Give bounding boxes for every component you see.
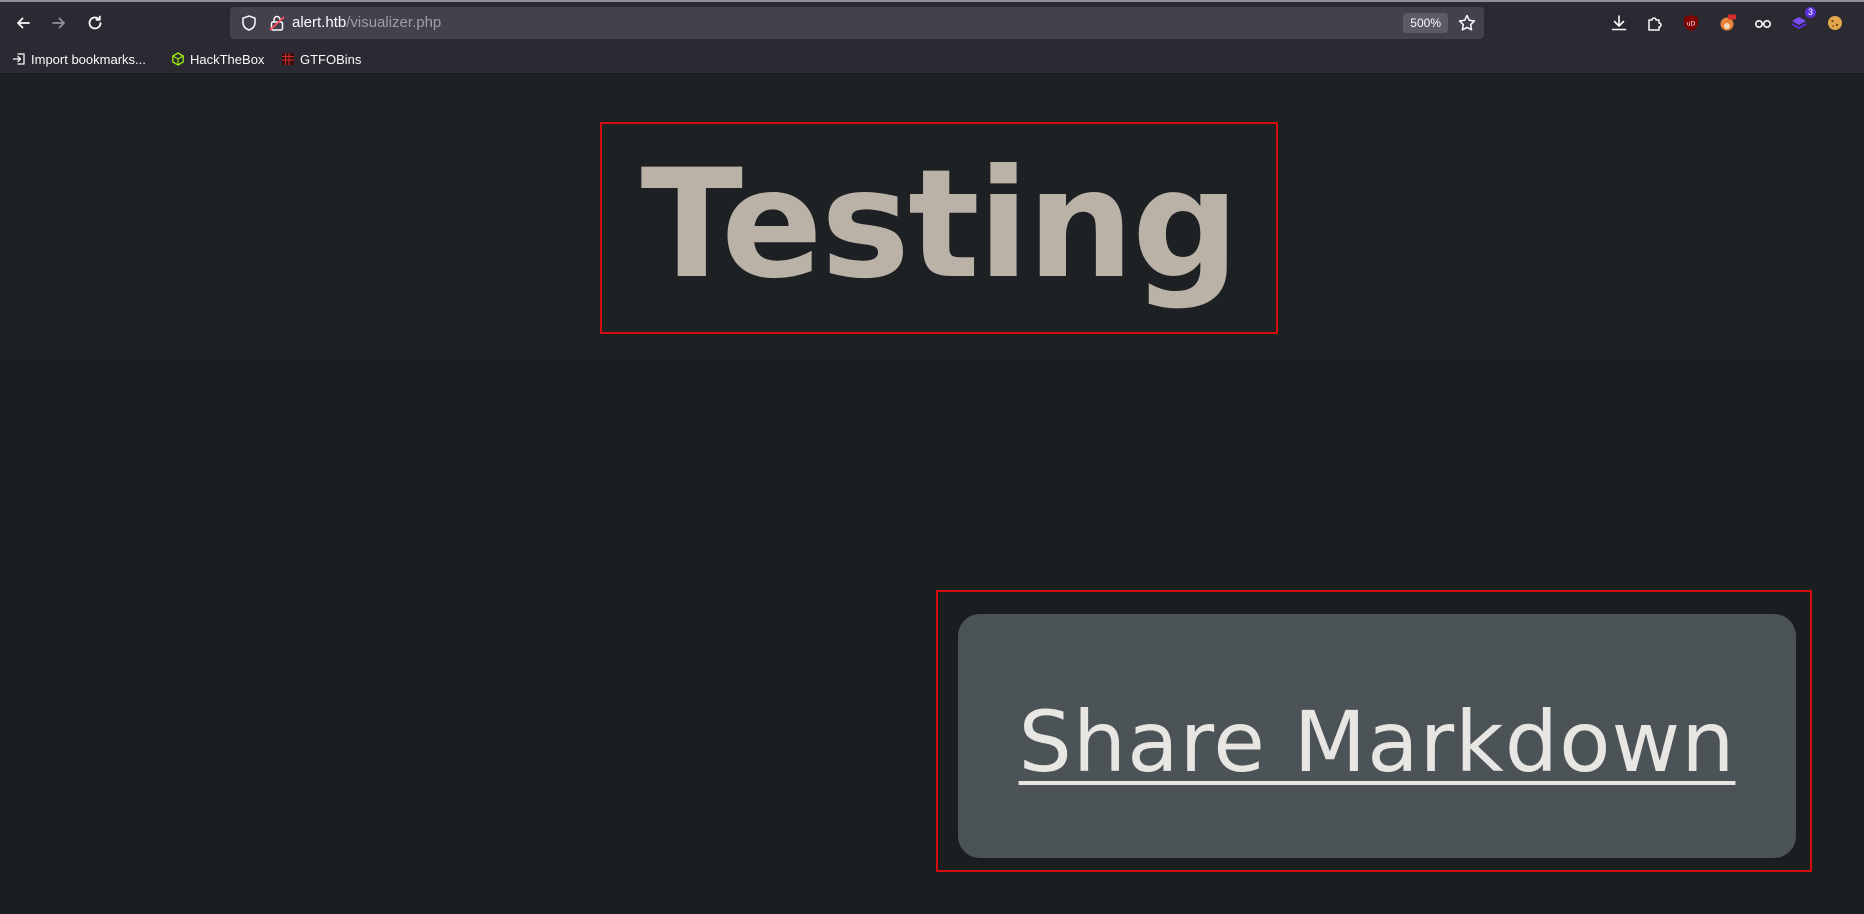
cookie-extension-button[interactable] bbox=[1824, 12, 1846, 34]
downloads-button[interactable] bbox=[1608, 12, 1630, 34]
forward-button[interactable] bbox=[44, 8, 74, 38]
wappalyzer-extension-button[interactable] bbox=[1752, 12, 1774, 34]
bookmark-label: Import bookmarks... bbox=[31, 51, 146, 67]
page-heading: Testing bbox=[640, 138, 1240, 312]
bookmark-label: HackTheBox bbox=[190, 51, 265, 67]
reload-icon bbox=[88, 15, 102, 30]
glasses-icon bbox=[1754, 20, 1772, 29]
puzzle-icon bbox=[1648, 17, 1662, 31]
extension-badge: 3 bbox=[1804, 7, 1816, 18]
stack-extension-button[interactable]: 3 bbox=[1788, 7, 1816, 34]
ublock-extension-button[interactable]: uD bbox=[1680, 12, 1702, 34]
browser-toolbar: alert.htb/visualizer.php 500% uD 3 bbox=[0, 2, 1864, 44]
import-icon bbox=[12, 53, 25, 65]
bookmark-label: GTFOBins bbox=[300, 51, 362, 67]
bookmark-gtfobins[interactable]: GTFOBins bbox=[281, 50, 361, 68]
hackthebox-icon bbox=[172, 52, 184, 66]
bookmark-import[interactable]: Import bookmarks... bbox=[12, 50, 146, 68]
svg-text:uD: uD bbox=[1687, 21, 1696, 28]
zoom-level-button[interactable]: 500% bbox=[1403, 13, 1448, 33]
foxyproxy-extension-button[interactable] bbox=[1716, 12, 1738, 34]
arrow-left-icon bbox=[17, 17, 30, 29]
address-bar[interactable]: alert.htb/visualizer.php 500% bbox=[230, 7, 1484, 39]
arrow-right-icon bbox=[52, 17, 65, 29]
share-markdown-button[interactable]: Share Markdown bbox=[958, 614, 1796, 858]
bookmark-star-icon[interactable] bbox=[1457, 13, 1477, 33]
insecure-lock-icon[interactable] bbox=[268, 14, 286, 32]
heading-highlight-box: Testing bbox=[600, 122, 1278, 334]
cookie-icon bbox=[1828, 16, 1842, 30]
shield-icon[interactable] bbox=[240, 14, 258, 32]
bookmark-hackthebox[interactable]: HackTheBox bbox=[171, 50, 264, 68]
share-markdown-link[interactable]: Share Markdown bbox=[1019, 697, 1736, 787]
back-button[interactable] bbox=[8, 8, 38, 38]
url-path: /visualizer.php bbox=[346, 14, 442, 31]
url-text[interactable]: alert.htb/visualizer.php bbox=[292, 13, 441, 33]
fox-icon bbox=[1720, 14, 1736, 31]
reload-button[interactable] bbox=[80, 8, 110, 38]
share-highlight-box: Share Markdown bbox=[936, 590, 1812, 872]
gtfobins-icon bbox=[282, 53, 294, 65]
download-icon bbox=[1611, 15, 1627, 31]
extensions-button[interactable] bbox=[1644, 12, 1666, 34]
bookmarks-toolbar: Import bookmarks... HackTheBox GTFOBins bbox=[0, 44, 1864, 74]
ublock-origin-icon: uD bbox=[1684, 15, 1698, 31]
url-host: alert.htb bbox=[292, 14, 347, 31]
